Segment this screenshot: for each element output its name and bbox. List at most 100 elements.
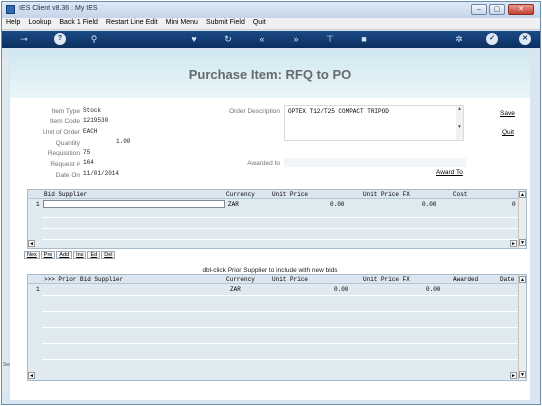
heart-icon[interactable]: ♥ [188, 33, 200, 45]
prior-grid-header: >>> Prior Bid Supplier Currency Unit Pri… [28, 275, 518, 284]
menu-back-1-field[interactable]: Back 1 Field [55, 18, 102, 29]
request-value[interactable]: 164 [83, 159, 94, 166]
cell-unit-price-fx: 0.00 [422, 201, 437, 208]
requisition-label: Requisition [47, 150, 80, 157]
search-icon[interactable]: ⚲ [88, 33, 100, 45]
order-desc-label: Order Description [229, 108, 280, 115]
unit-label: Unit of Order [42, 129, 80, 136]
quantity-label: Quantity [55, 140, 80, 147]
item-type-value[interactable]: Stock [83, 107, 101, 114]
row-divider [42, 239, 518, 240]
scroll-down-icon[interactable]: ▼ [519, 239, 526, 246]
desc-scrollbar[interactable]: ▲ ▼ [456, 106, 463, 140]
date-value[interactable]: 11/01/2014 [83, 170, 119, 177]
edit-button[interactable]: Ed [87, 251, 101, 259]
row-divider [42, 359, 518, 360]
rewind-icon[interactable]: « [256, 33, 268, 45]
row-divider [42, 217, 518, 218]
row-number: 1 [36, 201, 40, 208]
bid-supplier-input[interactable] [43, 200, 225, 208]
refresh-icon[interactable]: ↻ [222, 33, 234, 45]
menu-restart-line-edit[interactable]: Restart Line Edit [102, 18, 162, 29]
col-date[interactable]: Date [500, 276, 514, 283]
col-unit-price-fx[interactable]: Unit Price FX [363, 191, 410, 198]
close-icon[interactable]: ✕ [519, 33, 531, 45]
col-bid-supplier[interactable]: Bid Supplier [44, 191, 87, 198]
save-link[interactable]: Save [500, 110, 515, 117]
menu-bar: Help Lookup Back 1 Field Restart Line Ed… [2, 18, 540, 30]
requisition-value[interactable]: 75 [83, 149, 90, 156]
date-label: Date On [55, 172, 80, 179]
col-unit-price[interactable]: Unit Price [272, 276, 308, 283]
menu-submit-field[interactable]: Submit Field [202, 18, 249, 29]
quit-link[interactable]: Quit [502, 129, 514, 136]
help-icon[interactable]: ? [54, 33, 66, 45]
menu-quit[interactable]: Quit [249, 18, 270, 29]
title-bar: IES Client v8.36 : My IES – ▢ ✕ [2, 2, 540, 18]
col-currency[interactable]: Currency [226, 191, 255, 198]
toolbar: ⊸ ? ⚲ ♥ ↻ « » ⊤ ■ ✲ ✓ ✕ [2, 31, 540, 48]
insert-button[interactable]: Ins [73, 251, 87, 259]
col-unit-price[interactable]: Unit Price [272, 191, 308, 198]
maximize-button[interactable]: ▢ [489, 4, 505, 15]
scroll-down-icon[interactable]: ▼ [519, 371, 526, 378]
prior-bid-grid[interactable]: >>> Prior Bid Supplier Currency Unit Pri… [27, 274, 527, 381]
scroll-right-icon[interactable]: ► [510, 240, 517, 247]
prior-grid-vscroll[interactable]: ▲ ▼ [518, 275, 526, 380]
bid-grid-header: Bid Supplier Currency Unit Price Unit Pr… [28, 190, 518, 199]
bid-grid-vscroll[interactable]: ▲ ▼ [518, 190, 526, 248]
cell-unit-price: 0.00 [330, 201, 345, 208]
menu-help[interactable]: Help [2, 18, 24, 29]
menu-lookup[interactable]: Lookup [24, 18, 55, 29]
order-desc-field[interactable]: OPTEX T12/T25 COMPACT TRIPOD ▲ ▼ [284, 105, 464, 141]
cell-currency: ZAR [230, 286, 241, 293]
pin-icon[interactable]: ⊤ [324, 33, 336, 45]
forward-icon[interactable]: » [290, 33, 302, 45]
grid-actions: Nex Pre Add Ins Ed Del [24, 251, 116, 259]
window-title: IES Client v8.36 : My IES [19, 5, 98, 12]
awarded-field[interactable] [284, 158, 466, 167]
add-button[interactable]: Add [56, 251, 73, 259]
col-awarded[interactable]: Awarded [453, 276, 478, 283]
close-window-button[interactable]: ✕ [508, 4, 534, 15]
cell-currency: ZAR [228, 201, 239, 208]
item-code-label: Item Code [50, 118, 80, 125]
col-cost[interactable]: Cost [453, 191, 467, 198]
next-button[interactable]: Nex [24, 251, 40, 259]
unit-value[interactable]: EACH [83, 128, 97, 135]
scroll-up-icon[interactable]: ▲ [519, 191, 526, 198]
row-divider [42, 295, 518, 296]
row-divider [42, 327, 518, 328]
stop-icon[interactable]: ■ [358, 33, 370, 45]
scroll-right-icon[interactable]: ► [510, 372, 517, 379]
settings-icon[interactable]: ✲ [453, 33, 465, 45]
minimize-button[interactable]: – [471, 4, 487, 15]
app-window: IES Client v8.36 : My IES – ▢ ✕ Help Loo… [1, 1, 541, 405]
cell-cost: 0 [512, 201, 516, 208]
item-type-label: Item Type [51, 108, 80, 115]
awarded-label: Awarded to [247, 160, 280, 167]
prior-supplier-hint: dbl-click Prior Supplier to include with… [202, 267, 338, 274]
header-band: Purchase Item: RFQ to PO [10, 50, 530, 98]
bid-grid[interactable]: Bid Supplier Currency Unit Price Unit Pr… [27, 189, 527, 249]
previous-button[interactable]: Pre [40, 251, 56, 259]
delete-button[interactable]: Del [101, 251, 116, 259]
request-label: Request # [50, 161, 80, 168]
scroll-left-icon[interactable]: ◄ [28, 240, 35, 247]
scroll-up-icon[interactable]: ▲ [519, 276, 526, 283]
cell-unit-price-fx: 0.00 [426, 286, 441, 293]
key-icon[interactable]: ⊸ [14, 33, 34, 45]
check-icon[interactable]: ✓ [486, 33, 498, 45]
col-prior-bid-supplier[interactable]: >>> Prior Bid Supplier [44, 276, 123, 283]
scroll-left-icon[interactable]: ◄ [28, 372, 35, 379]
award-to-link[interactable]: Award To [436, 169, 463, 176]
row-divider [42, 343, 518, 344]
cell-unit-price: 0.00 [334, 286, 349, 293]
order-desc-value: OPTEX T12/T25 COMPACT TRIPOD [288, 108, 389, 115]
col-unit-price-fx[interactable]: Unit Price FX [363, 276, 410, 283]
menu-mini-menu[interactable]: Mini Menu [162, 18, 202, 29]
item-code-value[interactable]: 1219530 [83, 117, 108, 124]
col-currency[interactable]: Currency [226, 276, 255, 283]
quantity-value[interactable]: 1.00 [116, 138, 130, 145]
row-number: 1 [36, 286, 40, 293]
